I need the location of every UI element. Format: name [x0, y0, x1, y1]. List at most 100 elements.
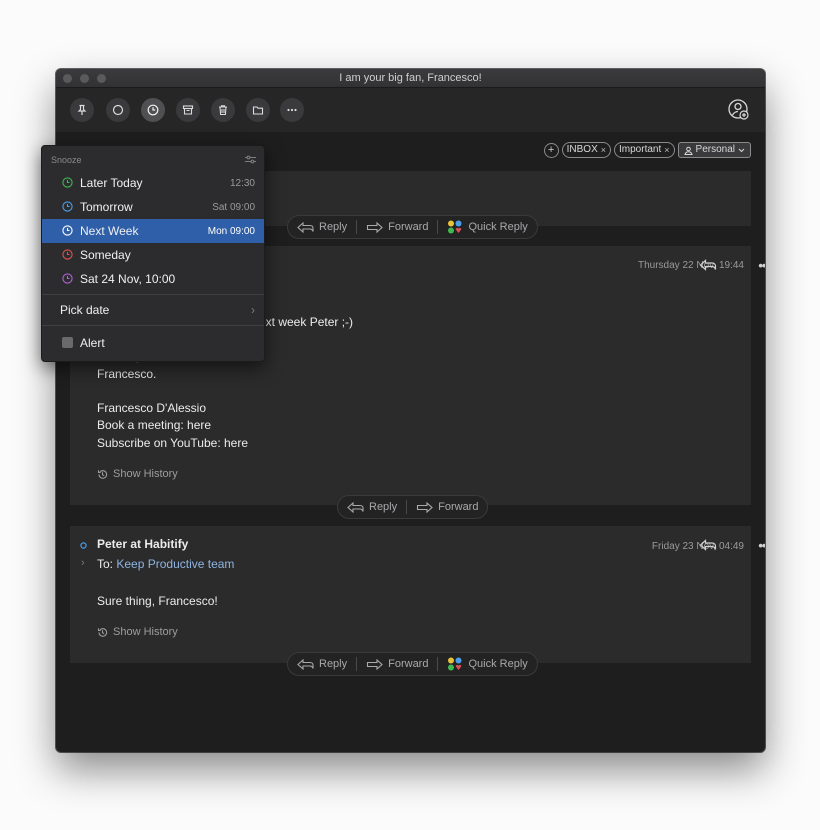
recipient-link[interactable]: Keep Productive team: [116, 557, 234, 571]
snooze-menu-header: Snooze: [51, 155, 82, 165]
history-icon: [97, 469, 108, 479]
reply-button[interactable]: Reply: [288, 216, 356, 238]
snooze-option-label: Tomorrow: [80, 200, 133, 214]
clock-icon: [62, 201, 73, 212]
pick-date-item[interactable]: Pick date ›: [42, 298, 264, 322]
reply-icon: [347, 501, 364, 513]
reply-label: Reply: [319, 221, 348, 233]
quick-reply-emoji-icon: [448, 220, 462, 234]
label-chip-text: Important: [619, 144, 662, 155]
mark-read-button[interactable]: [106, 98, 130, 122]
reply-bar: Reply Forward: [337, 495, 489, 519]
menu-divider: [42, 294, 264, 295]
reply-label: Reply: [319, 658, 348, 670]
more-icon: •••: [758, 258, 765, 273]
forward-icon: [417, 501, 433, 513]
message-date: Thursday 22 Nov, 19:44: [638, 260, 744, 271]
message-reply-icon[interactable]: [699, 259, 717, 272]
quick-reply-button[interactable]: Quick Reply: [438, 653, 536, 675]
settings-sliders-icon[interactable]: [245, 155, 256, 164]
snooze-option-time: Mon 09:00: [207, 225, 255, 237]
to-label: To:: [97, 557, 114, 571]
signature-meeting-link[interactable]: Book a meeting: here: [97, 417, 211, 435]
alert-label: Alert: [80, 336, 105, 350]
snooze-option-time: Sat 09:00: [212, 201, 255, 213]
forward-button[interactable]: Forward: [357, 653, 437, 675]
show-history-button[interactable]: Show History: [97, 468, 178, 480]
trash-button[interactable]: [211, 98, 235, 122]
clock-icon: [147, 104, 159, 116]
clock-icon: [62, 225, 73, 236]
message-card: Peter at Habitify Friday 23 Nov, 04:49 •…: [70, 526, 765, 663]
remove-label-icon[interactable]: ×: [664, 143, 669, 157]
signature-youtube-link[interactable]: Subscribe on YouTube: here: [97, 435, 248, 453]
person-icon: [683, 146, 693, 155]
message-sender[interactable]: Peter at Habitify: [97, 536, 188, 554]
reply-icon: [297, 658, 314, 670]
message-more-button[interactable]: •••: [758, 538, 765, 553]
snooze-option-label: Sat 24 Nov, 10:00: [80, 272, 176, 286]
signature-name: Francesco D'Alessio: [97, 401, 206, 415]
reply-bar: Reply Forward Quick Reply: [287, 652, 538, 676]
forward-icon: [367, 221, 383, 233]
add-label-button[interactable]: +: [543, 142, 559, 158]
move-folder-button[interactable]: [246, 98, 270, 122]
pick-date-label: Pick date: [60, 303, 110, 317]
more-actions-button[interactable]: [280, 98, 304, 122]
snooze-option-custom-date[interactable]: Sat 24 Nov, 10:00: [42, 267, 264, 291]
label-chip-important[interactable]: Important ×: [614, 142, 675, 158]
quick-reply-button[interactable]: Quick Reply: [438, 216, 536, 238]
snooze-menu: Snooze Later Today 12:30 Tomorrow Sat 09…: [41, 145, 265, 362]
title-bar: I am your big fan, Francesco!: [56, 69, 765, 88]
folder-name: Personal: [695, 144, 735, 155]
label-chip-inbox[interactable]: INBOX ×: [561, 142, 612, 158]
snooze-option-next-week[interactable]: Next Week Mon 09:00: [42, 219, 264, 243]
clock-icon: [62, 177, 73, 188]
message-body-line: Sure thing, Francesco!: [97, 594, 218, 608]
reply-bar: Reply Forward Quick Reply: [287, 215, 538, 239]
folder-icon: [252, 106, 264, 115]
label-chips: + INBOX × Important × Personal: [543, 142, 751, 158]
snooze-option-label: Someday: [80, 248, 131, 262]
quick-reply-emoji-icon: [448, 657, 462, 671]
show-history-button[interactable]: Show History: [97, 626, 178, 638]
menu-divider: [42, 325, 264, 326]
add-account-icon: [728, 99, 749, 120]
archive-icon: [182, 105, 194, 115]
forward-button[interactable]: Forward: [357, 216, 437, 238]
forward-icon: [367, 658, 383, 670]
chevron-right-icon: ›: [251, 303, 255, 317]
quick-reply-label: Quick Reply: [468, 221, 528, 233]
archive-button[interactable]: [176, 98, 200, 122]
more-icon: •••: [758, 538, 765, 553]
forward-button[interactable]: Forward: [407, 496, 487, 518]
message-body-line: Francesco.: [97, 367, 157, 381]
snooze-option-tomorrow[interactable]: Tomorrow Sat 09:00: [42, 195, 264, 219]
message-more-button[interactable]: •••: [758, 258, 765, 273]
forward-label: Forward: [438, 501, 479, 513]
reply-button[interactable]: Reply: [288, 653, 356, 675]
alert-checkbox[interactable]: [62, 337, 73, 348]
expand-recipients-icon[interactable]: ›: [81, 557, 85, 569]
label-chip-text: INBOX: [566, 144, 598, 155]
alert-toggle[interactable]: Alert: [42, 331, 264, 355]
message-reply-icon[interactable]: [699, 539, 717, 552]
message-date: Friday 23 Nov, 04:49: [651, 541, 744, 552]
snooze-option-someday[interactable]: Someday: [42, 243, 264, 267]
pin-icon: [77, 104, 87, 115]
chevron-down-icon: [738, 148, 745, 152]
clock-icon: [62, 249, 73, 260]
more-icon: [287, 108, 297, 112]
trash-icon: [219, 105, 227, 116]
reply-icon: [297, 221, 314, 233]
remove-label-icon[interactable]: ×: [601, 143, 606, 157]
reply-button[interactable]: Reply: [338, 496, 406, 518]
folder-selector[interactable]: Personal: [677, 142, 751, 158]
circle-icon: [112, 104, 124, 116]
snooze-option-later-today[interactable]: Later Today 12:30: [42, 171, 264, 195]
add-account-button[interactable]: [727, 98, 751, 122]
show-history-label: Show History: [113, 468, 178, 480]
pin-button[interactable]: [70, 98, 94, 122]
unread-dot-icon[interactable]: [80, 542, 87, 549]
snooze-button[interactable]: [141, 98, 165, 122]
